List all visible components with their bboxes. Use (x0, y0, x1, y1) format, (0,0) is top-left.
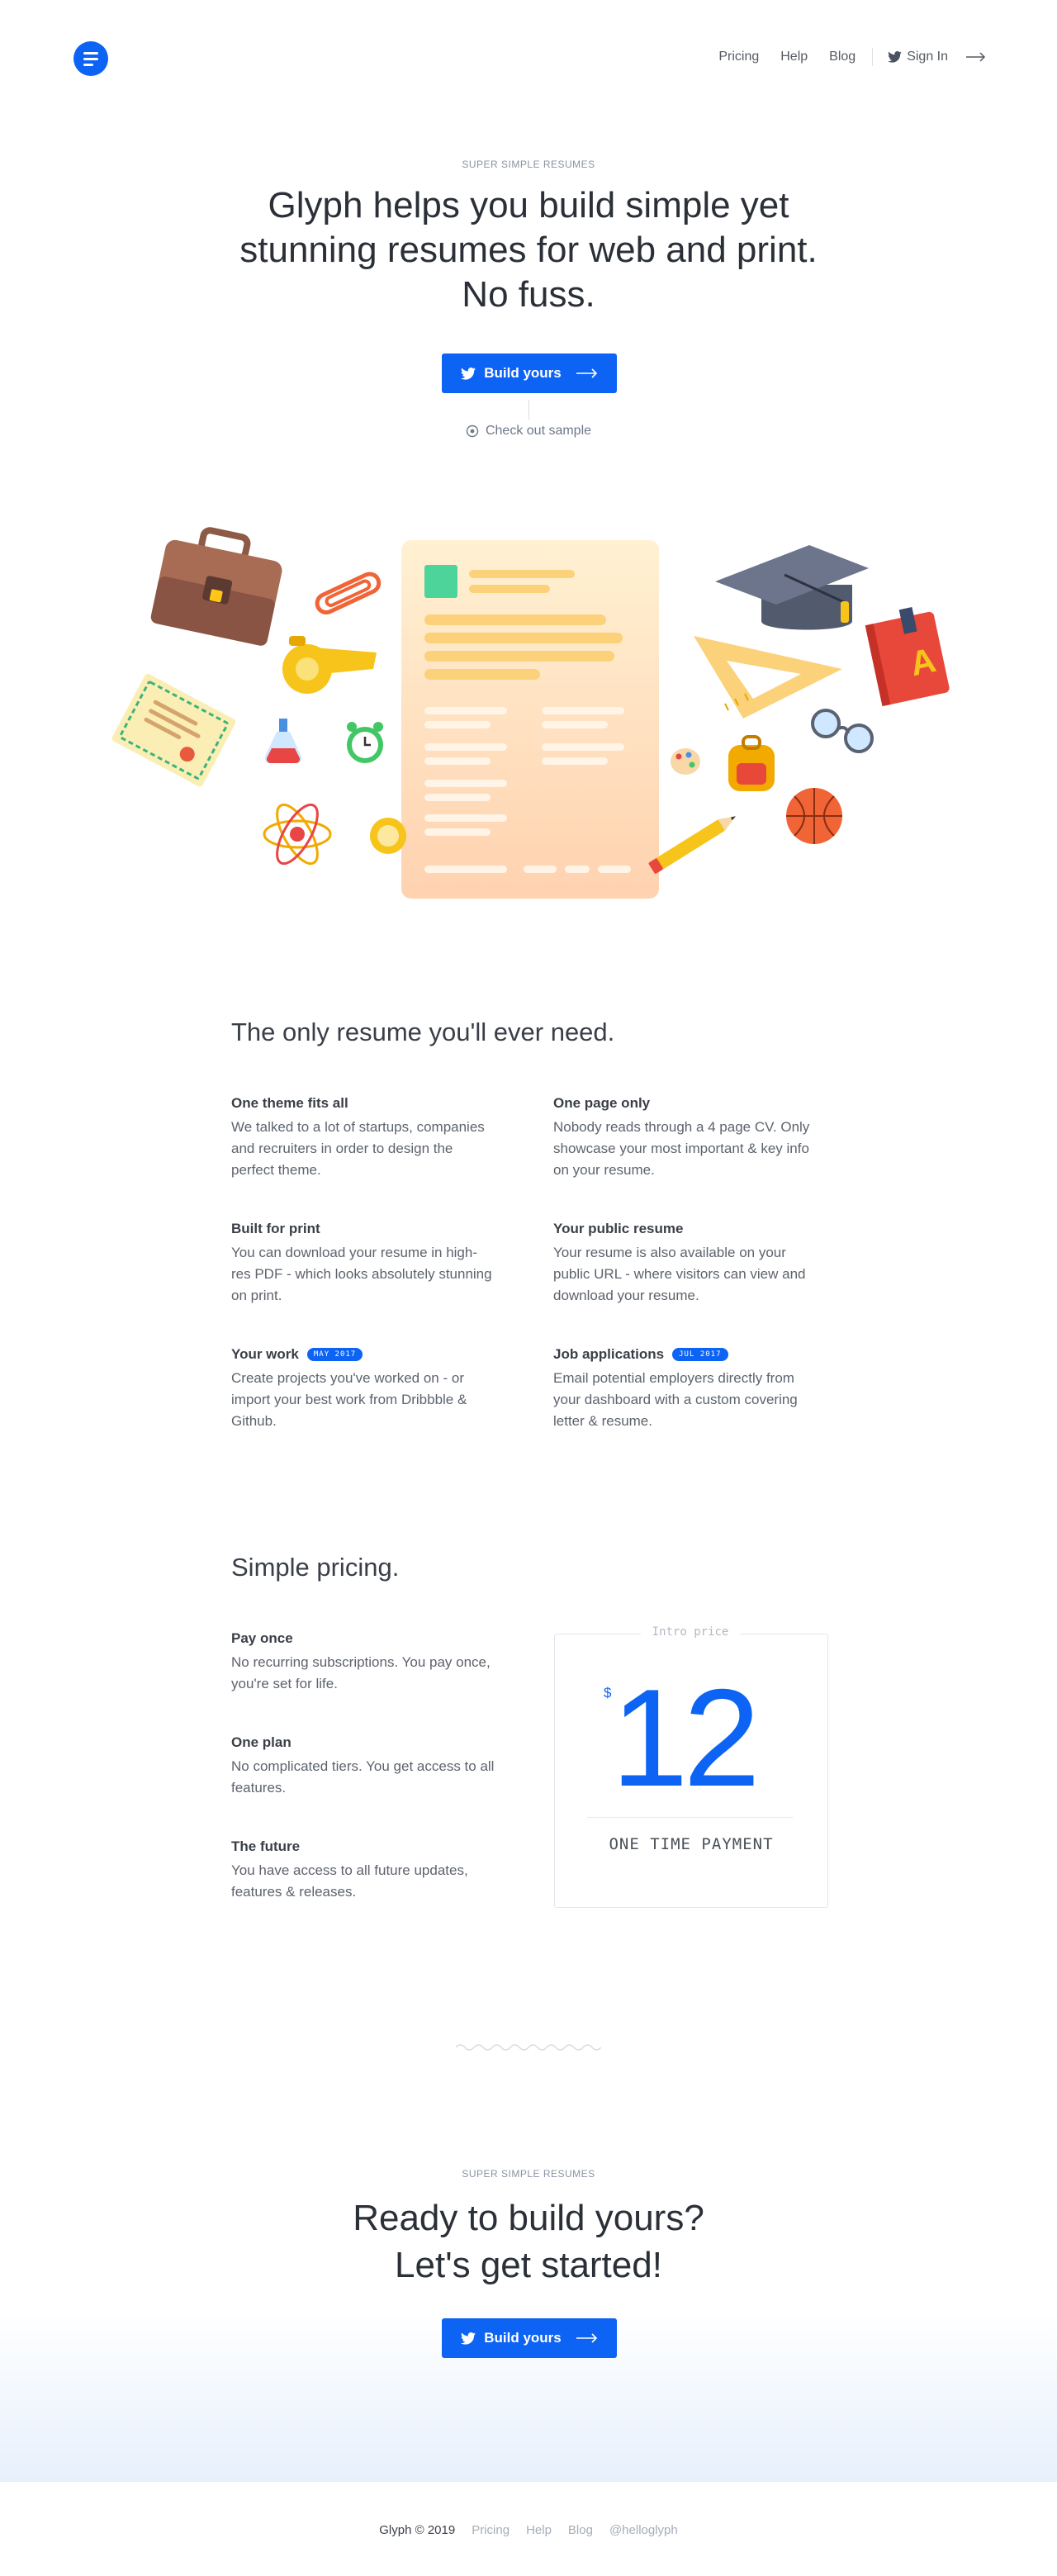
pricing-item-text: No complicated tiers. You get access to … (231, 1758, 495, 1796)
nav-blog-link[interactable]: Blog (829, 50, 856, 64)
logo-bar (83, 57, 98, 60)
pricing-item-title: One plan (231, 1734, 292, 1750)
connector-line (528, 400, 529, 420)
pricing-the-future: The future You have access to all future… (231, 1838, 495, 1903)
set-square-illustration (694, 636, 842, 719)
feature-job-applications: Job applications JUL 2017 Email potentia… (553, 1346, 818, 1432)
footer-help-link[interactable]: Help (526, 2523, 552, 2537)
check-out-sample-link[interactable]: Check out sample (0, 424, 1057, 439)
alarm-clock-illustration (347, 722, 383, 763)
wave-divider (456, 2044, 601, 2051)
price-amount: 12 (611, 1660, 761, 1815)
resume-paper-illustration (401, 540, 659, 899)
feature-title: Your work (231, 1346, 299, 1362)
twitter-icon (461, 367, 476, 380)
feature-built-for-print: Built for print You can download your re… (231, 1221, 495, 1307)
twitter-icon (888, 51, 903, 63)
logo-bar (83, 63, 93, 66)
lightbulb-illustration (370, 818, 406, 854)
build-yours-label: Build yours (484, 365, 562, 381)
feature-one-page: One page only Nobody reads through a 4 p… (553, 1095, 818, 1181)
nav-help-link[interactable]: Help (780, 50, 808, 64)
footer-links: Glyph © 2019 Pricing Help Blog @hellogly… (0, 2523, 1057, 2537)
whistle-illustration (282, 636, 377, 694)
arrow-right-icon[interactable] (966, 52, 986, 62)
feature-text: Nobody reads through a 4 page CV. Only s… (553, 1119, 810, 1178)
feature-text: Email potential employers directly from … (553, 1370, 798, 1429)
footer-twitter-link[interactable]: @helloglyph (609, 2523, 678, 2537)
graduation-cap-illustration (715, 545, 869, 630)
feature-text: Your resume is also available on your pu… (553, 1245, 806, 1303)
pricing-item-text: No recurring subscriptions. You pay once… (231, 1654, 491, 1691)
arrow-right-icon (576, 368, 598, 378)
feature-title: One theme fits all (231, 1095, 348, 1111)
feature-title-row: Your work MAY 2017 (231, 1346, 495, 1363)
feature-title-row: Job applications JUL 2017 (553, 1346, 818, 1363)
coming-soon-badge: JUL 2017 (672, 1348, 728, 1361)
hero-illustration: A (111, 527, 950, 899)
feature-title: Built for print (231, 1221, 320, 1236)
feature-title: Your public resume (553, 1221, 684, 1236)
check-out-sample-label: Check out sample (485, 424, 592, 438)
cta-title-line: Ready to build yours? (353, 2198, 704, 2238)
backpack-illustration (728, 735, 775, 791)
nav-divider (872, 48, 874, 66)
glyph-logo[interactable] (73, 41, 108, 76)
flask-illustration (264, 719, 302, 763)
pricing-item-title: The future (231, 1838, 301, 1854)
twitter-icon (461, 2332, 476, 2345)
hero-kicker: SUPER SIMPLE RESUMES (462, 159, 595, 170)
feature-one-theme: One theme fits all We talked to a lot of… (231, 1095, 495, 1181)
feature-text: Create projects you've worked on - or im… (231, 1370, 467, 1429)
pricing-item-text: You have access to all future updates, f… (231, 1862, 468, 1900)
build-yours-button[interactable]: Build yours (442, 353, 617, 393)
book-illustration: A (865, 607, 950, 707)
certificate-illustration (111, 673, 236, 787)
pencil-illustration (648, 816, 736, 874)
feature-text: You can download your resume in high-res… (231, 1245, 492, 1303)
feature-title: One page only (553, 1095, 651, 1111)
logo-bar (83, 51, 98, 55)
arrow-right-icon (576, 2333, 598, 2343)
atom-illustration (263, 803, 332, 866)
footer-blog-link[interactable]: Blog (568, 2523, 593, 2537)
palette-illustration (671, 748, 700, 775)
pricing-one-plan: One plan No complicated tiers. You get a… (231, 1734, 495, 1799)
footer-copyright: Glyph © 2019 (379, 2523, 456, 2537)
feature-public-resume: Your public resume Your resume is also a… (553, 1221, 818, 1307)
pricing-pay-once: Pay once No recurring subscriptions. You… (231, 1630, 495, 1695)
features-title: The only resume you'll ever need. (231, 1018, 615, 1046)
feature-title: Job applications (553, 1346, 665, 1362)
sign-in-label: Sign In (907, 50, 948, 64)
feature-your-work: Your work MAY 2017 Create projects you'v… (231, 1346, 495, 1432)
cta-title: Ready to build yours? Let's get started! (281, 2194, 776, 2289)
pricing-title: Simple pricing. (231, 1553, 400, 1582)
intro-price-label: Intro price (641, 1625, 740, 1639)
cta-button-label: Build yours (484, 2330, 562, 2346)
one-time-payment-label: ONE TIME PAYMENT (609, 1835, 774, 1853)
price-divider (587, 1817, 794, 1818)
footer-pricing-link[interactable]: Pricing (472, 2523, 510, 2537)
pricing-item-title: Pay once (231, 1630, 293, 1646)
sign-in-link[interactable]: Sign In (888, 50, 948, 64)
eye-icon (466, 425, 479, 438)
coming-soon-badge: MAY 2017 (306, 1348, 363, 1361)
cta-build-yours-button[interactable]: Build yours (442, 2318, 617, 2358)
top-nav: Pricing Help Blog Sign In (697, 48, 986, 66)
nav-pricing-link[interactable]: Pricing (718, 50, 759, 64)
paperclip-illustration (315, 572, 382, 615)
glasses-illustration (811, 709, 874, 753)
briefcase-illustration (150, 527, 282, 646)
cta-kicker: SUPER SIMPLE RESUMES (462, 2168, 595, 2180)
feature-text: We talked to a lot of startups, companie… (231, 1119, 485, 1178)
cta-title-line: Let's get started! (395, 2245, 662, 2285)
hero-title: Glyph helps you build simple yet stunnin… (239, 185, 818, 315)
basketball-illustration (786, 788, 842, 844)
